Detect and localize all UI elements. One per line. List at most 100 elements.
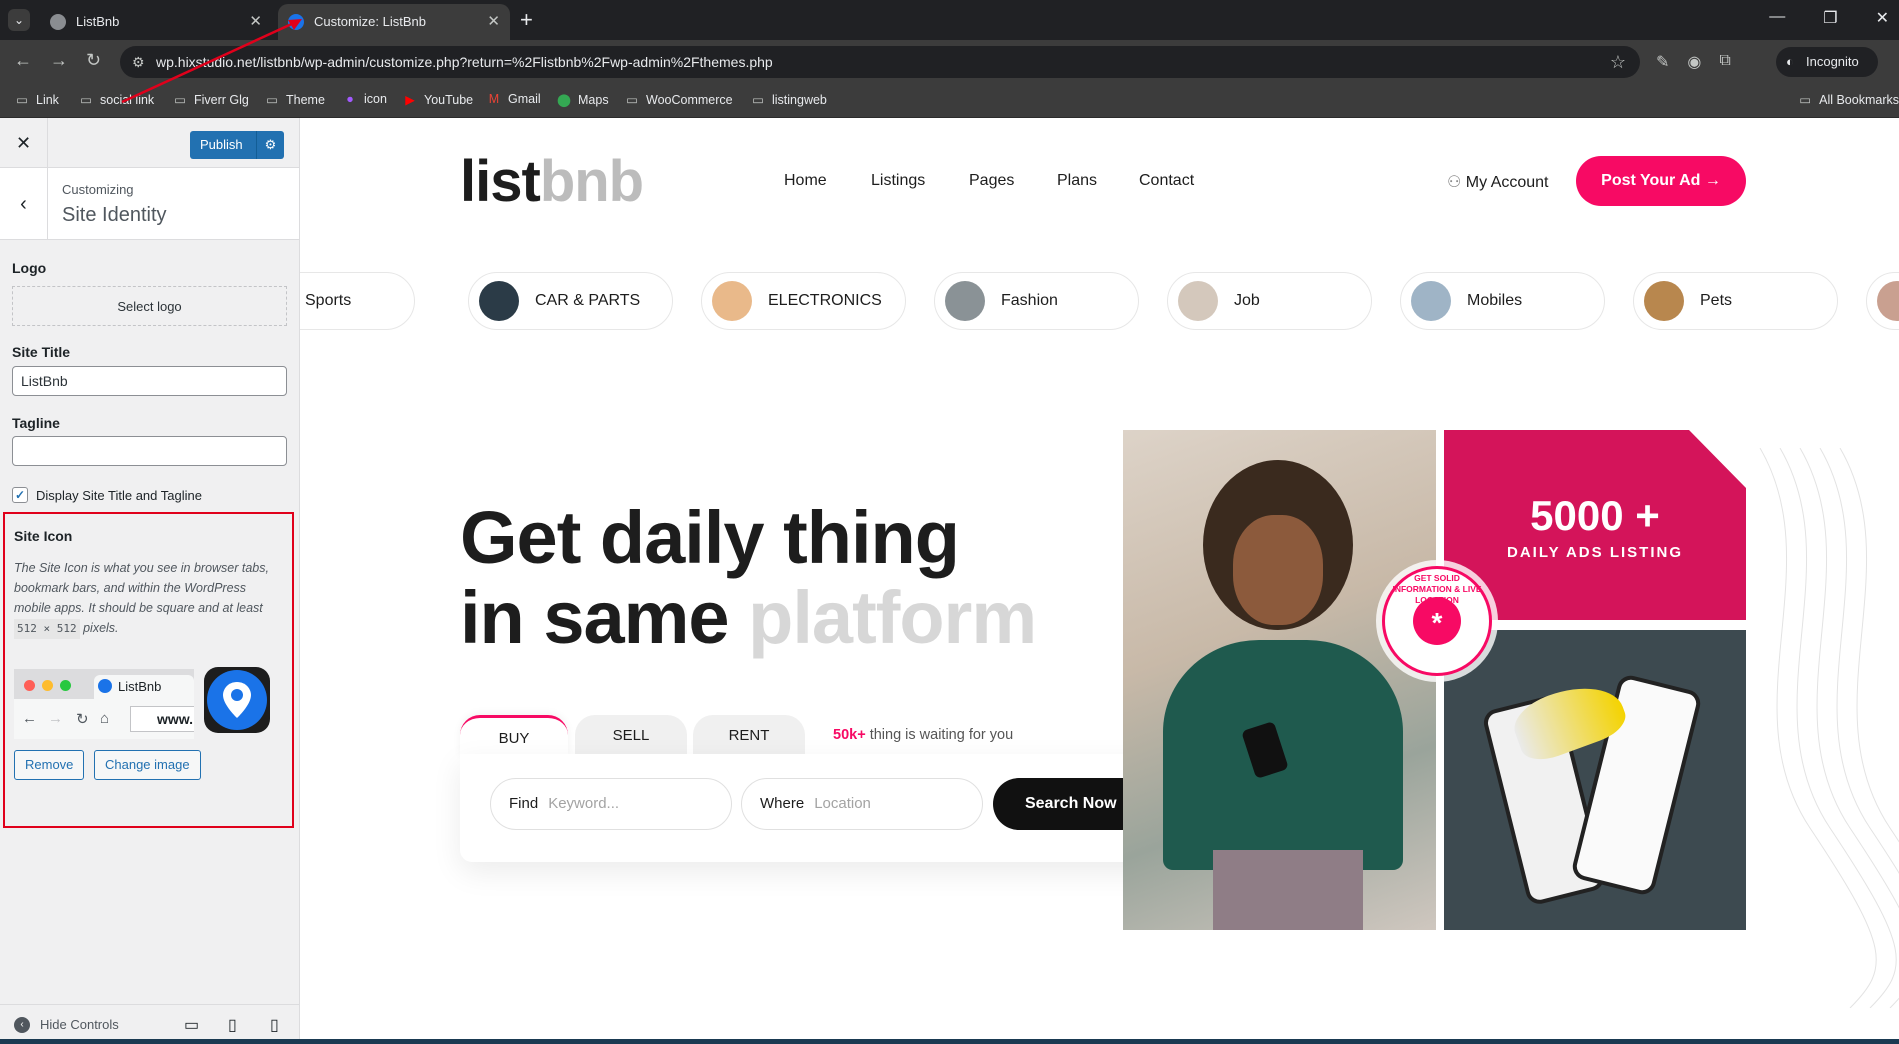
tab-customize[interactable]: Customize: ListBnb ✕ <box>278 4 510 40</box>
tagline-input[interactable] <box>12 436 287 466</box>
extension-icons: ✎ ◉ ⧉ <box>1656 52 1731 72</box>
close-window-icon[interactable]: ✕ <box>1876 8 1889 28</box>
bookmark-item[interactable]: ▭ listingweb <box>750 92 827 107</box>
nav-home[interactable]: Home <box>784 172 827 190</box>
decorative-wave-lines <box>1759 448 1899 1008</box>
bookmark-item[interactable]: ▭ Link <box>14 92 59 107</box>
window-controls: — ❐ ✕ <box>1769 8 1889 28</box>
site-logo[interactable]: listbnb <box>460 148 644 215</box>
preview-url: www. <box>130 706 194 732</box>
folder-icon: ▭ <box>752 93 764 107</box>
browser-icon-preview: ListBnb ← → ↻ ⌂ www. <box>14 669 194 739</box>
change-image-button[interactable]: Change image <box>94 750 201 780</box>
promo-subtitle: DAILY ADS LISTING <box>1507 544 1683 561</box>
nav-plans[interactable]: Plans <box>1057 172 1097 190</box>
category-pets[interactable]: Pets <box>1633 272 1838 330</box>
tab-rent[interactable]: RENT <box>693 715 805 757</box>
pen-icon[interactable]: ✎ <box>1656 52 1669 72</box>
reload-icon[interactable]: ↻ <box>86 50 101 71</box>
back-icon[interactable]: ← <box>14 50 32 71</box>
promo-number: 5000 + <box>1530 492 1660 539</box>
tab-sell[interactable]: SELL <box>575 715 687 757</box>
all-bookmarks[interactable]: ▭ All Bookmarks <box>1797 92 1899 107</box>
promo-ads-listing: 5000 + DAILY ADS LISTING <box>1444 430 1746 620</box>
category-electronics[interactable]: ELECTRONICS <box>701 272 906 330</box>
mobile-preview-icon[interactable]: ▯ <box>270 1015 279 1035</box>
site-icon-description: The Site Icon is what you see in browser… <box>14 558 284 639</box>
url-input[interactable]: ⚙ wp.hixstudio.net/listbnb/wp-admin/cust… <box>120 46 1640 78</box>
asterisk-icon: * <box>1413 597 1461 645</box>
post-your-ad-button[interactable]: Post Your Ad → <box>1576 156 1746 206</box>
my-account-link[interactable]: ⚇ My Account <box>1447 172 1549 192</box>
back-icon: ← <box>22 710 37 727</box>
folder-icon: ▭ <box>1799 93 1812 107</box>
where-location-input[interactable]: Where Location <box>741 778 983 830</box>
location-pin-icon <box>207 670 267 730</box>
puzzle-icon[interactable]: ⧉ <box>1719 52 1730 72</box>
site-icon-title: Site Icon <box>14 528 73 544</box>
incognito-badge[interactable]: Incognito <box>1776 47 1878 77</box>
globe-icon <box>50 14 66 30</box>
bookmark-item[interactable]: ⬤ Maps <box>556 92 609 107</box>
minimize-icon[interactable]: — <box>1769 8 1785 28</box>
restore-icon[interactable]: ❐ <box>1823 8 1837 28</box>
maps-icon: ⬤ <box>557 93 571 107</box>
hero-title: Get daily thing in same platform <box>460 496 1037 659</box>
tab-buy[interactable]: BUY <box>460 715 568 757</box>
youtube-icon: ▶ <box>405 93 415 107</box>
bookmark-star-icon[interactable]: ☆ <box>1610 46 1626 78</box>
green-dot-icon <box>60 680 71 691</box>
section-header: ‹ Customizing Site Identity <box>0 168 299 240</box>
folder-icon: ▭ <box>80 93 92 107</box>
new-tab-button[interactable]: + <box>520 7 533 33</box>
remove-button[interactable]: Remove <box>14 750 85 780</box>
tagline-label: Tagline <box>12 415 60 431</box>
info-seal-badge: GET SOLID INFORMATION & LIVE LOCATION * <box>1382 566 1492 676</box>
tab-search-button[interactable]: ⌄ <box>8 9 30 31</box>
bookmark-item[interactable]: ▶ YouTube <box>402 92 473 107</box>
category-thumbnail <box>479 281 519 321</box>
category-mobiles[interactable]: Mobiles <box>1400 272 1605 330</box>
customizer-header: ✕ Publish ⚙ <box>0 118 299 168</box>
category-sports[interactable]: Sports <box>300 272 415 330</box>
user-icon: ⚇ <box>1447 174 1462 191</box>
bookmark-item[interactable]: M Gmail <box>486 92 541 106</box>
category-next[interactable] <box>1866 272 1899 330</box>
category-thumbnail <box>1877 281 1899 321</box>
category-fashion[interactable]: Fashion <box>934 272 1139 330</box>
app-icon-preview <box>204 667 270 733</box>
publish-settings-gear-icon[interactable]: ⚙ <box>256 131 284 159</box>
promo-app-image <box>1444 630 1746 930</box>
hide-controls-button[interactable]: Hide Controls <box>40 1017 119 1032</box>
camera-icon[interactable]: ◉ <box>1687 52 1701 72</box>
category-job[interactable]: Job <box>1167 272 1372 330</box>
site-icon-section: Site Icon The Site Icon is what you see … <box>3 512 294 828</box>
close-customizer-button[interactable]: ✕ <box>0 118 48 168</box>
display-title-label: Display Site Title and Tagline <box>36 488 202 503</box>
find-keyword-input[interactable]: Find Keyword... <box>490 778 732 830</box>
select-logo-button[interactable]: Select logo <box>12 286 287 326</box>
size-code: 512 × 512 <box>14 619 80 639</box>
nav-listings[interactable]: Listings <box>871 172 925 190</box>
category-thumbnail <box>1411 281 1451 321</box>
close-icon[interactable]: ✕ <box>487 4 500 40</box>
bookmark-item[interactable]: ● icon <box>342 92 387 106</box>
hide-controls-icon[interactable]: ‹ <box>14 1017 30 1033</box>
display-title-checkbox[interactable]: ✓ <box>12 487 28 503</box>
category-car-parts[interactable]: CAR & PARTS <box>468 272 673 330</box>
yellow-dot-icon <box>42 680 53 691</box>
reload-icon: ↻ <box>76 711 89 728</box>
folder-icon: ▭ <box>626 93 638 107</box>
site-preview: listbnb Home Listings Pages Plans Contac… <box>300 118 1899 1044</box>
tablet-preview-icon[interactable]: ▯ <box>228 1015 237 1035</box>
nav-pages[interactable]: Pages <box>969 172 1014 190</box>
back-button[interactable]: ‹ <box>0 168 48 240</box>
bookmark-item[interactable]: ▭ WooCommerce <box>624 92 733 107</box>
forward-icon[interactable]: → <box>50 50 68 71</box>
publish-button[interactable]: Publish ⚙ <box>190 131 284 159</box>
gmail-icon: M <box>488 92 500 106</box>
site-title-input[interactable]: ListBnb <box>12 366 287 396</box>
listings-count-text: 50k+ thing is waiting for you <box>833 727 1014 743</box>
nav-contact[interactable]: Contact <box>1139 172 1194 190</box>
annotation-arrow <box>121 19 302 104</box>
